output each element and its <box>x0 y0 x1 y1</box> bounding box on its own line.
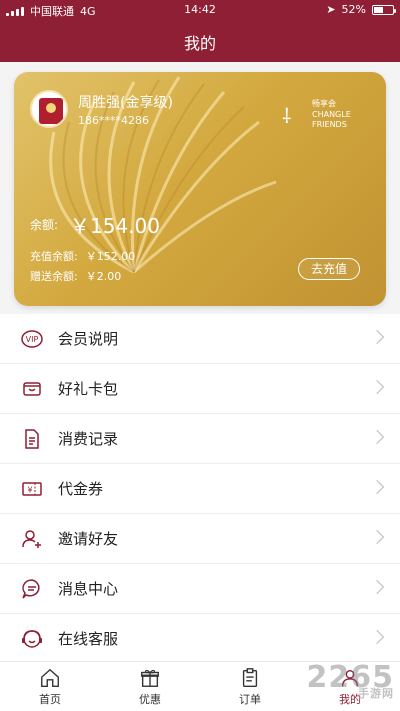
battery-icon <box>372 4 396 15</box>
gift-balance: 赠送余额: ￥2.00 <box>30 270 122 283</box>
app-header: 中国联通 4G 14:42 ➤ 52% 我的 <box>0 0 400 62</box>
svg-text:¥: ¥ <box>27 485 32 494</box>
menu-item-label: 在线客服 <box>58 630 119 648</box>
menu-item-consumption-records[interactable]: 消费记录 <box>0 414 400 464</box>
menu-item-vouchers[interactable]: ¥ 代金券 <box>0 464 400 514</box>
customer-service-icon <box>18 625 46 653</box>
tab-home[interactable]: 首页 <box>0 662 100 711</box>
message-icon <box>18 575 46 603</box>
status-bar: 中国联通 4G 14:42 ➤ 52% <box>0 0 400 20</box>
gift-icon <box>139 667 161 689</box>
tab-label: 优惠 <box>139 692 161 706</box>
document-icon <box>18 425 46 453</box>
membership-card: 周胜强(金享级) 186****4286 ⸸ 畅享会 CHANGLE FRIEN… <box>14 72 386 306</box>
battery-percent: 52% <box>341 3 366 16</box>
member-name: 周胜强(金享级) <box>78 95 173 111</box>
vip-icon: VIP <box>18 325 46 353</box>
member-phone: 186****4286 <box>78 114 149 127</box>
menu-item-label: 邀请好友 <box>58 530 119 548</box>
menu-item-label: 消息中心 <box>58 580 119 598</box>
clipboard-icon <box>239 667 261 689</box>
chevron-right-icon <box>369 329 385 345</box>
menu-item-label: 会员说明 <box>58 330 119 348</box>
add-user-icon <box>18 525 46 553</box>
menu-item-message-center[interactable]: 消息中心 <box>0 564 400 614</box>
menu-item-label: 好礼卡包 <box>58 380 119 398</box>
page-title: 我的 <box>183 34 216 53</box>
balance-label: 余额: <box>30 218 59 232</box>
voucher-icon: ¥ <box>18 475 46 503</box>
avatar[interactable] <box>30 90 68 128</box>
svg-text:VIP: VIP <box>26 335 39 344</box>
tab-offers[interactable]: 优惠 <box>100 662 200 711</box>
menu-item-gift-cards[interactable]: 好礼卡包 <box>0 364 400 414</box>
menu-item-label: 代金券 <box>58 480 104 498</box>
menu-item-member-info[interactable]: VIP 会员说明 <box>0 314 400 364</box>
menu-item-online-service[interactable]: 在线客服 <box>0 614 400 664</box>
chevron-right-icon <box>369 479 385 495</box>
location-icon: ➤ <box>326 3 336 16</box>
menu-item-label: 消费记录 <box>58 430 119 448</box>
tab-orders[interactable]: 订单 <box>200 662 300 711</box>
chevron-right-icon <box>369 629 385 645</box>
tab-label: 首页 <box>39 692 61 706</box>
chevron-right-icon <box>369 579 385 595</box>
recharge-balance: 充值余额: ￥152.00 <box>30 250 136 263</box>
wallet-icon <box>18 375 46 403</box>
home-icon <box>39 667 61 689</box>
brand-logo: ⸸ 畅享会 CHANGLE FRIENDS <box>282 99 351 129</box>
tab-label: 订单 <box>239 692 261 706</box>
recharge-button[interactable]: 去充值 <box>297 258 360 280</box>
chevron-right-icon <box>369 379 385 395</box>
balance-value: ￥154.00 <box>70 214 160 238</box>
brand-mark-icon: ⸸ <box>282 104 292 128</box>
watermark: 2265 手游网 <box>306 660 394 700</box>
chevron-right-icon <box>369 529 385 545</box>
chevron-right-icon <box>369 429 385 445</box>
menu-list: VIP 会员说明 好礼卡包 消费记录 ¥ 代金券 邀请好友 消息中心 在线客服 <box>0 314 400 664</box>
menu-item-invite-friends[interactable]: 邀请好友 <box>0 514 400 564</box>
